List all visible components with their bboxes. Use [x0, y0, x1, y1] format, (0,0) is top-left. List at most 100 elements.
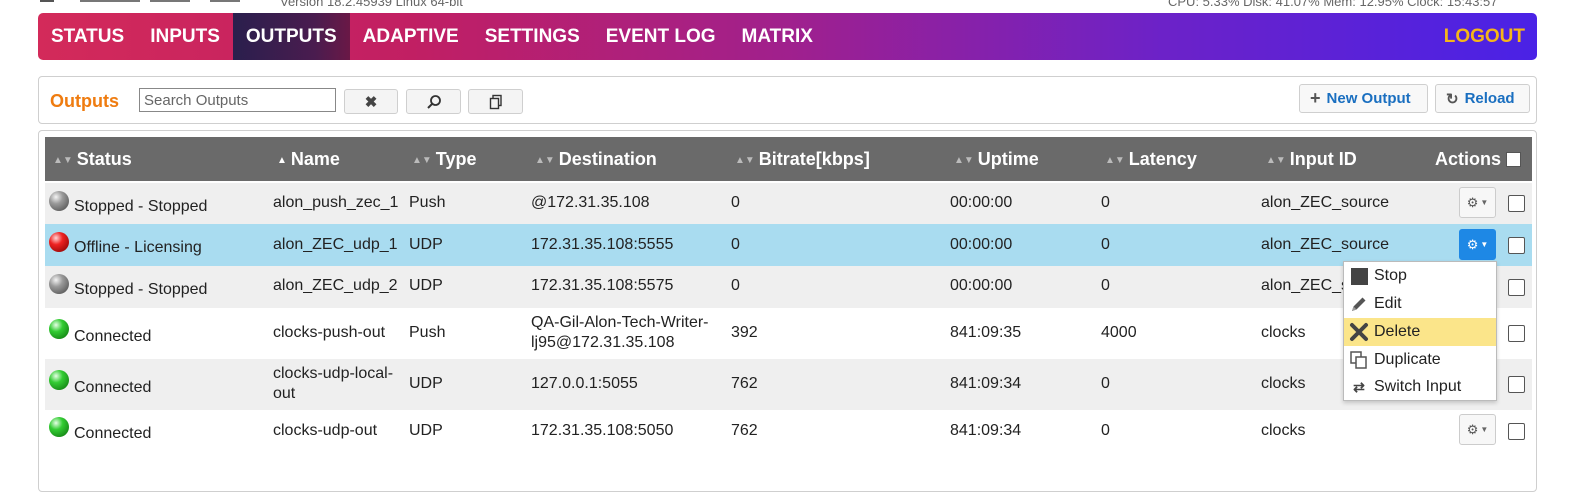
output-uptime: 00:00:00 [950, 277, 1013, 294]
col-actions: Actions [1435, 149, 1502, 169]
output-input-id: clocks [1261, 375, 1306, 392]
col-uptime[interactable]: ▲▼ Uptime [954, 137, 1039, 181]
gear-icon: ⚙ [1466, 194, 1479, 210]
table-row[interactable]: Stopped - Stopped alon_push_zec_1 Push @… [45, 183, 1532, 224]
output-bitrate: 0 [731, 194, 740, 211]
row-checkbox[interactable] [1508, 423, 1525, 440]
gear-icon: ⚙ [1466, 421, 1479, 437]
nav-outputs[interactable]: OUTPUTS [232, 13, 350, 60]
nav-adaptive[interactable]: ADAPTIVE [350, 13, 472, 60]
nav-inputs[interactable]: INPUTS [137, 13, 233, 60]
col-destination[interactable]: ▲▼ Destination [535, 137, 657, 181]
top-status-line: Version 18.2.45939 Linux 64-bit CPU: 5.3… [0, 0, 1587, 9]
new-output-button[interactable]: + New Output [1299, 84, 1428, 113]
menu-item-stop[interactable]: Stop [1344, 262, 1496, 290]
table-row[interactable]: Connected clocks-udp-out UDP 172.31.35.1… [45, 410, 1532, 452]
menu-item-delete[interactable]: Delete [1344, 318, 1496, 346]
status-text: Stopped - Stopped [74, 198, 208, 215]
status-led-red [49, 232, 69, 252]
output-bitrate: 762 [731, 422, 758, 439]
close-icon: ✖ [364, 93, 378, 111]
col-status[interactable]: ▲▼ Status [53, 137, 132, 181]
output-name: clocks-udp-out [273, 422, 378, 439]
sort-asc-icon: ▲ [277, 155, 287, 166]
duplicate-icon [1348, 350, 1370, 370]
output-latency: 0 [1101, 422, 1110, 439]
table-row[interactable]: Offline - Licensing alon_ZEC_udp_1 UDP 1… [45, 224, 1532, 266]
caret-down-icon: ▼ [1480, 198, 1489, 207]
row-actions-button[interactable]: ⚙ ▼ [1459, 229, 1496, 260]
menu-item-edit[interactable]: Edit [1344, 290, 1496, 318]
status-led-grey [49, 191, 69, 211]
row-checkbox[interactable] [1508, 195, 1525, 212]
page-title: Outputs [50, 91, 119, 111]
caret-down-icon: ▼ [1480, 425, 1489, 434]
search-button[interactable] [406, 89, 461, 114]
gear-icon: ⚙ [1466, 236, 1479, 252]
output-uptime: 00:00:00 [950, 194, 1013, 211]
status-led-grey [49, 274, 69, 294]
output-type: UDP [409, 375, 443, 392]
table-row[interactable]: Stopped - Stopped alon_ZEC_udp_2 UDP 172… [45, 266, 1532, 308]
col-bitrate[interactable]: ▲▼ Bitrate[kbps] [735, 137, 870, 181]
menu-item-duplicate[interactable]: Duplicate [1344, 346, 1496, 374]
row-checkbox[interactable] [1508, 237, 1525, 254]
sort-icon: ▲▼ [735, 155, 755, 166]
status-text: Connected [74, 425, 152, 442]
output-input-id: alon_ZEC_source [1261, 236, 1390, 253]
row-actions-button[interactable]: ⚙ ▼ [1459, 414, 1496, 445]
output-destination: 172.31.35.108:5575 [531, 277, 674, 294]
new-output-label: New Output [1326, 90, 1411, 107]
caret-down-icon: ▼ [1480, 240, 1489, 249]
col-name[interactable]: ▲ Name [277, 137, 340, 181]
menu-item-label: Edit [1374, 295, 1402, 312]
output-name: clocks-push-out [273, 324, 386, 341]
output-input-id: clocks [1261, 422, 1306, 439]
row-checkbox[interactable] [1508, 376, 1525, 393]
reload-button[interactable]: ↻ Reload [1435, 84, 1530, 113]
col-type[interactable]: ▲▼ Type [412, 137, 476, 181]
status-text: Offline - Licensing [74, 239, 202, 256]
output-input-id: clocks [1261, 324, 1306, 341]
status-text: Connected [74, 328, 152, 345]
select-all-checkbox[interactable] [1506, 152, 1521, 167]
output-input-id: alon_ZEC_s [1261, 277, 1350, 294]
nav-settings[interactable]: SETTINGS [472, 13, 593, 60]
sort-icon: ▲▼ [53, 155, 73, 166]
status-text: Stopped - Stopped [74, 281, 208, 298]
output-destination: @172.31.35.108 [531, 194, 650, 211]
app-logo [40, 0, 240, 2]
nav-event-log[interactable]: EVENT LOG [593, 13, 729, 60]
row-checkbox[interactable] [1508, 279, 1525, 296]
output-input-id: alon_ZEC_source [1261, 194, 1390, 211]
row-action-menu: Stop Edit Delete Duplicate ⇄ Switch Inpu… [1343, 261, 1497, 401]
copy-button[interactable] [468, 89, 523, 114]
menu-item-label: Delete [1374, 323, 1421, 340]
nav-status[interactable]: STATUS [38, 13, 137, 60]
clear-search-button[interactable]: ✖ [344, 89, 398, 114]
plus-icon: + [1310, 88, 1321, 108]
col-input-id[interactable]: ▲▼ Input ID [1266, 137, 1357, 181]
row-actions-button[interactable]: ⚙ ▼ [1459, 187, 1496, 218]
main-nav: STATUS INPUTS OUTPUTS ADAPTIVE SETTINGS … [38, 13, 1537, 60]
output-type: UDP [409, 236, 443, 253]
search-input[interactable] [139, 88, 336, 112]
name-line: out [273, 385, 296, 402]
output-latency: 4000 [1101, 324, 1137, 341]
output-bitrate: 392 [731, 324, 758, 341]
outputs-table: ▲▼ Status ▲ Name ▲▼ Type ▲▼ Destination ▲▼ Bi… [38, 130, 1537, 492]
output-bitrate: 0 [731, 236, 740, 253]
table-row[interactable]: Connected clocks-push-out Push QA-Gil-Al… [45, 308, 1532, 359]
menu-item-switch-input[interactable]: ⇄ Switch Input [1344, 373, 1496, 401]
col-latency[interactable]: ▲▼ Latency [1105, 137, 1197, 181]
output-destination: 172.31.35.108:5555 [531, 236, 674, 253]
switch-arrows-icon: ⇄ [1353, 378, 1365, 395]
row-checkbox[interactable] [1508, 325, 1525, 342]
logout-button[interactable]: LOGOUT [1431, 13, 1537, 60]
outputs-toolbar: Outputs ✖ + New Output ↻ Reload [38, 76, 1537, 124]
output-uptime: 841:09:34 [950, 422, 1022, 439]
table-row[interactable]: Connected clocks-udp-local- out UDP 127.… [45, 359, 1532, 410]
sort-icon: ▲▼ [1266, 155, 1286, 166]
output-latency: 0 [1101, 194, 1110, 211]
nav-matrix[interactable]: MATRIX [729, 13, 826, 60]
